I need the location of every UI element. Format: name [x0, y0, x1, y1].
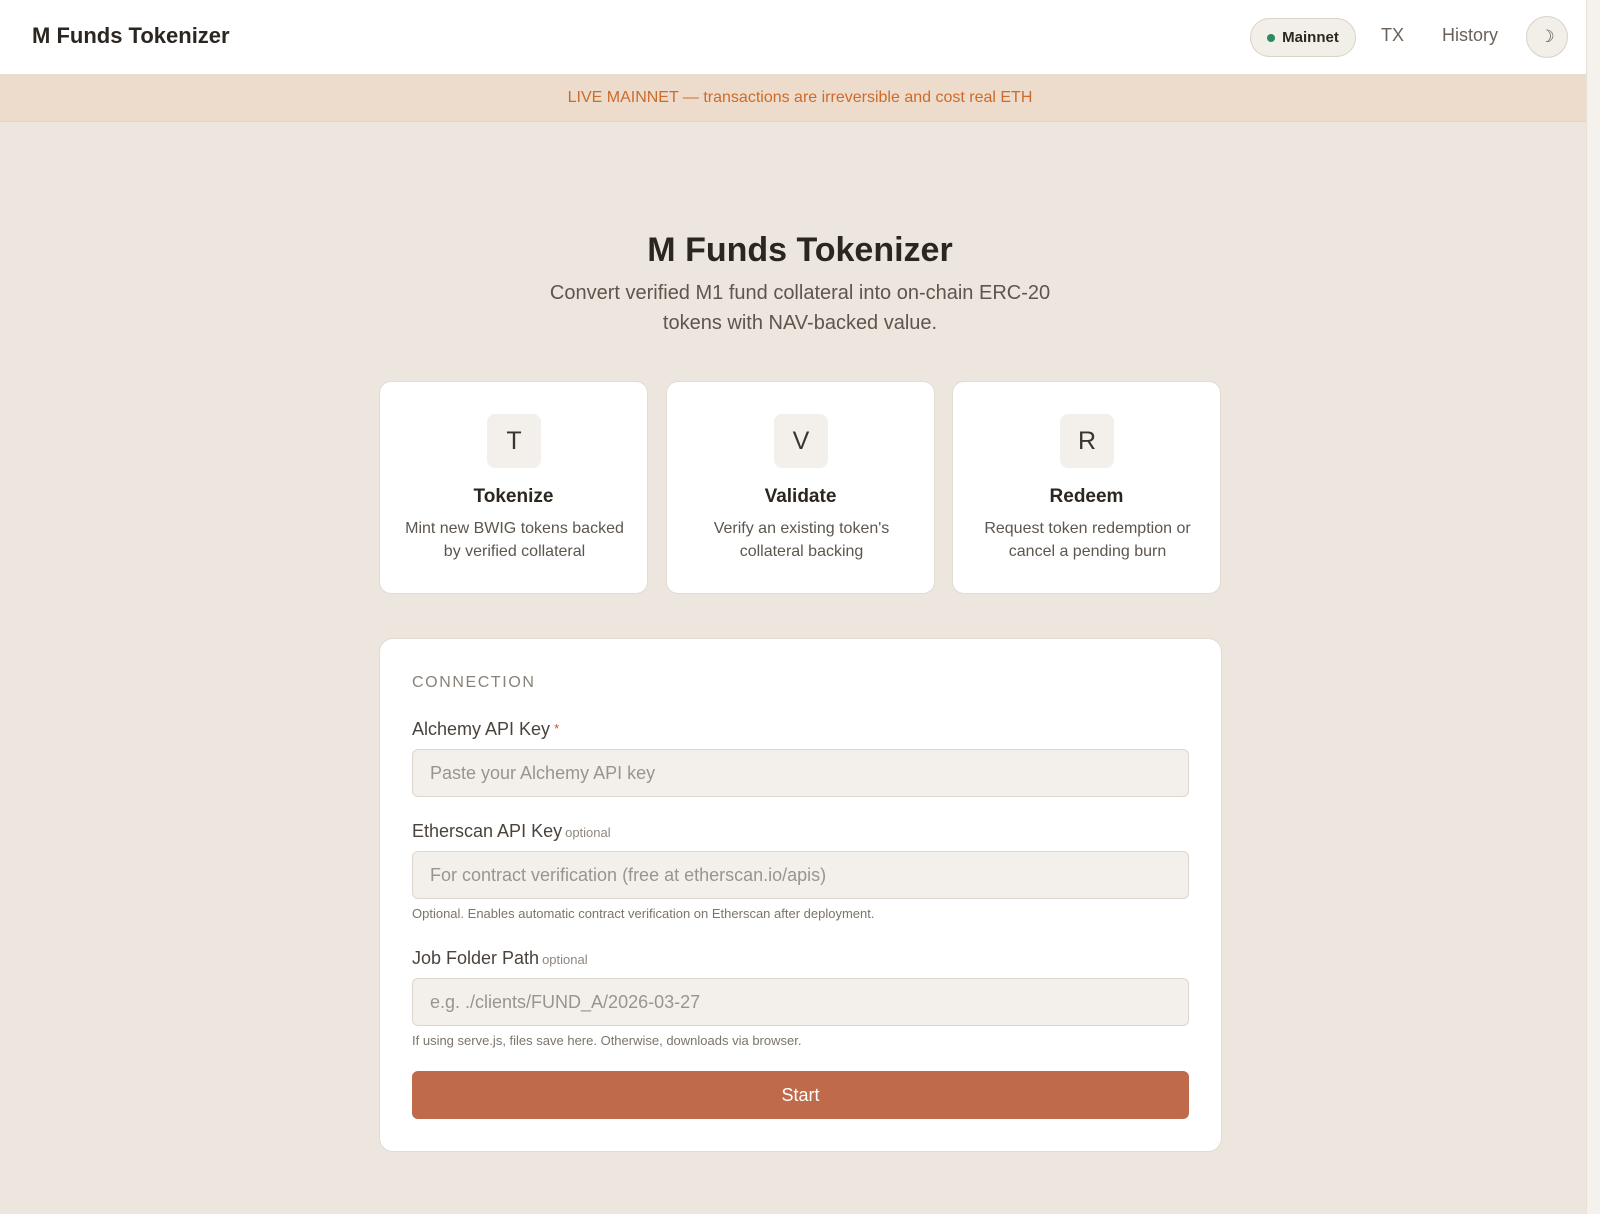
theme-toggle-button[interactable]: ☽ [1526, 16, 1568, 58]
top-navbar: M Funds Tokenizer Mainnet TX History ☽ [0, 0, 1600, 75]
required-marker: * [554, 721, 560, 736]
tokenize-icon: T [487, 414, 541, 468]
card-description: Verify an existing token's collateral ba… [713, 520, 890, 560]
card-description: Request token redemption or cancel a pen… [984, 520, 1191, 560]
job-folder-hint: If using serve.js, files save here. Othe… [412, 1033, 802, 1048]
validate-icon: V [774, 414, 828, 468]
redeem-icon: R [1060, 414, 1114, 468]
card-title: Redeem [1049, 486, 1124, 507]
action-card-redeem[interactable]: R Redeem Request token redemption or can… [952, 381, 1221, 594]
section-title: CONNECTION [412, 674, 536, 691]
connection-panel: CONNECTION Alchemy API Key* Etherscan AP… [379, 638, 1222, 1152]
mainnet-warning-banner: LIVE MAINNET — transactions are irrevers… [0, 75, 1600, 122]
job-folder-label: Job Folder Path optional [412, 948, 588, 969]
banner-text: LIVE MAINNET — transactions are irrevers… [567, 89, 1033, 106]
page-subtitle: Convert verified M1 fund collateral into… [549, 282, 1051, 334]
action-card-tokenize[interactable]: T Tokenize Mint new BWIG tokens backed b… [379, 381, 648, 594]
status-dot-icon [1267, 33, 1276, 42]
network-label: Mainnet [1282, 29, 1339, 46]
alchemy-key-label: Alchemy API Key * [412, 719, 559, 740]
etherscan-key-label: Etherscan API Key optional [412, 821, 611, 842]
alchemy-key-label-text: Alchemy API Key [412, 719, 551, 739]
network-status-pill[interactable]: Mainnet [1250, 18, 1356, 57]
page-title: M Funds Tokenizer [647, 231, 953, 269]
etherscan-key-label-text: Etherscan API Key [412, 821, 563, 841]
app-title: M Funds Tokenizer [32, 23, 230, 48]
page-scrollbar[interactable] [1586, 0, 1600, 1214]
job-folder-label-text: Job Folder Path [412, 948, 540, 968]
job-folder-input[interactable] [412, 978, 1189, 1026]
optional-tag: optional [565, 825, 611, 840]
optional-tag: optional [542, 952, 588, 967]
nav-link-tx[interactable]: TX [1381, 25, 1404, 46]
nav-link-history[interactable]: History [1442, 25, 1498, 46]
action-card-validate[interactable]: V Validate Verify an existing token's co… [666, 381, 935, 594]
start-button[interactable]: Start [412, 1071, 1189, 1119]
card-title: Validate [764, 486, 837, 507]
etherscan-key-input[interactable] [412, 851, 1189, 899]
card-description: Mint new BWIG tokens backed by verified … [405, 520, 624, 560]
moon-icon: ☽ [1539, 27, 1555, 46]
card-title: Tokenize [473, 486, 554, 507]
etherscan-hint: Optional. Enables automatic contract ver… [412, 906, 875, 921]
alchemy-key-input[interactable] [412, 749, 1189, 797]
